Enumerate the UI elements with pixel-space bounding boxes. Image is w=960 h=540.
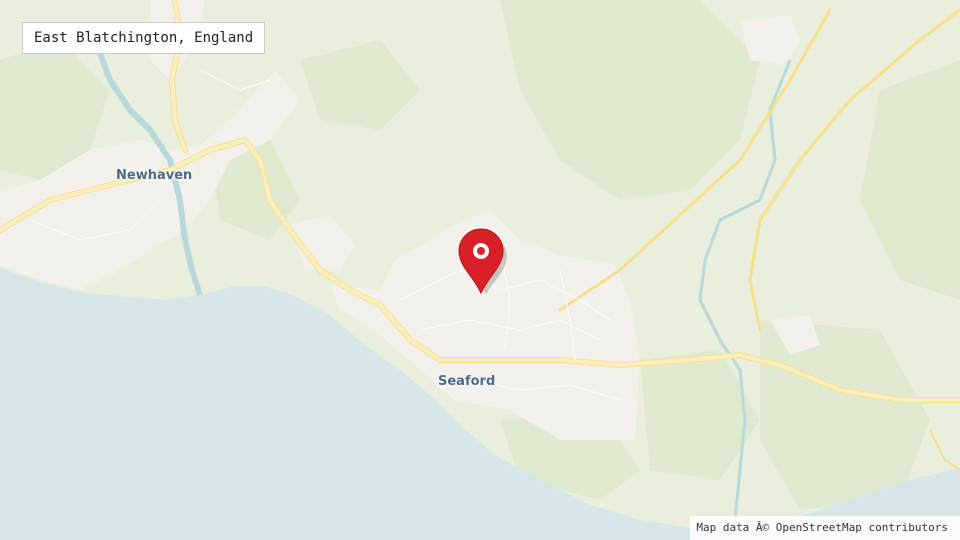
pin-center-dot: [477, 247, 485, 255]
place-label-newhaven[interactable]: Newhaven: [116, 168, 192, 183]
location-title: East Blatchington, England: [22, 22, 266, 54]
map-attribution[interactable]: Map data Â© OpenStreetMap contributors: [690, 516, 960, 540]
map-canvas[interactable]: [0, 0, 960, 540]
place-label-seaford[interactable]: Seaford: [438, 374, 495, 389]
